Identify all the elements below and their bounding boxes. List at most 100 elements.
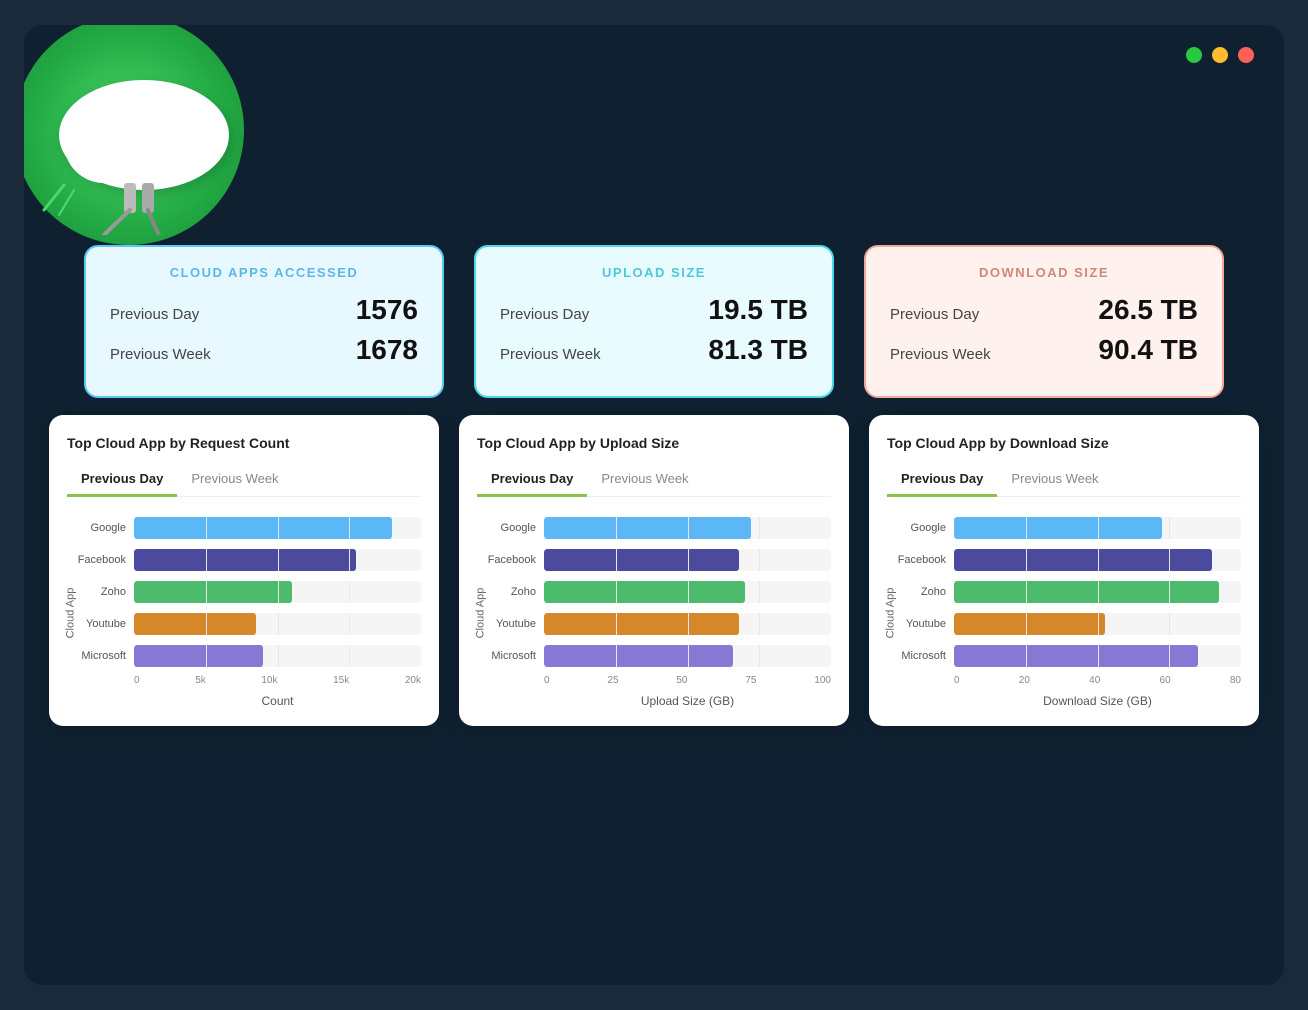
x-tick: 0	[544, 675, 550, 686]
bar-track	[954, 581, 1241, 603]
bar-track	[954, 645, 1241, 667]
bar-row: Microsoft	[954, 645, 1241, 667]
bar-track	[954, 613, 1241, 635]
bar-fill	[954, 549, 1212, 571]
bar-fill	[134, 517, 392, 539]
x-axis-upload-size-chart: 0255075100	[489, 675, 831, 686]
x-tick: 5k	[195, 675, 206, 686]
bar-track	[544, 645, 831, 667]
bar-chart-request-count: GoogleFacebookZohoYoutubeMicrosoft	[79, 517, 421, 667]
bar-track	[544, 613, 831, 635]
chart-card-request-count: Top Cloud App by Request Count Previous D…	[49, 415, 439, 726]
download-day-row: Previous Day 26.5 TB	[890, 294, 1198, 326]
x-tick: 0	[134, 675, 140, 686]
tab-upload-size-chart-1[interactable]: Previous Week	[587, 465, 702, 497]
x-tick: 0	[954, 675, 960, 686]
chart-area-download-size-chart: Cloud AppGoogleFacebookZohoYoutubeMicros…	[887, 517, 1241, 708]
bar-track	[544, 549, 831, 571]
bar-track	[134, 581, 421, 603]
cloud-apps-week-label: Previous Week	[110, 346, 211, 363]
bar-label: Microsoft	[881, 650, 946, 662]
yellow-dot[interactable]	[1212, 47, 1228, 63]
upload-size-card: UPLOAD SIZE Previous Day 19.5 TB Previou…	[474, 245, 834, 398]
x-tick: 60	[1160, 675, 1171, 686]
bar-fill	[544, 613, 739, 635]
bar-row: Zoho	[134, 581, 421, 603]
bar-fill	[544, 517, 751, 539]
bar-chart-download-size-chart: GoogleFacebookZohoYoutubeMicrosoft	[899, 517, 1241, 667]
bar-label: Youtube	[61, 618, 126, 630]
x-tick: 50	[676, 675, 687, 686]
main-window: CLOUD APPS ACCESSED Previous Day 1576 Pr…	[24, 25, 1284, 985]
bar-row: Google	[954, 517, 1241, 539]
chart-title-request-count: Top Cloud App by Request Count	[67, 435, 421, 451]
bar-track	[544, 517, 831, 539]
bar-row: Zoho	[544, 581, 831, 603]
bar-track	[954, 549, 1241, 571]
tab-download-size-chart-1[interactable]: Previous Week	[997, 465, 1112, 497]
bar-row: Google	[134, 517, 421, 539]
cloud-apps-day-label: Previous Day	[110, 306, 199, 323]
bar-fill	[544, 581, 745, 603]
x-tick: 80	[1230, 675, 1241, 686]
bar-fill	[544, 645, 733, 667]
tab-download-size-chart-0[interactable]: Previous Day	[887, 465, 997, 497]
bar-label: Zoho	[471, 586, 536, 598]
cloud-apps-card: CLOUD APPS ACCESSED Previous Day 1576 Pr…	[84, 245, 444, 398]
x-axis-download-size-chart: 020406080	[899, 675, 1241, 686]
bar-fill	[134, 645, 263, 667]
chart-title-upload-size-chart: Top Cloud App by Upload Size	[477, 435, 831, 451]
x-tick: 20k	[405, 675, 421, 686]
x-axis-label-download-size-chart: Download Size (GB)	[899, 694, 1241, 708]
chart-area-request-count: Cloud AppGoogleFacebookZohoYoutubeMicros…	[67, 517, 421, 708]
x-tick: 25	[607, 675, 618, 686]
tabs-download-size-chart: Previous DayPrevious Week	[887, 465, 1241, 497]
stats-row: CLOUD APPS ACCESSED Previous Day 1576 Pr…	[84, 245, 1224, 398]
x-tick: 100	[814, 675, 831, 686]
bar-label: Youtube	[471, 618, 536, 630]
cloud-illustration	[24, 25, 294, 265]
green-dot[interactable]	[1186, 47, 1202, 63]
bar-track	[134, 613, 421, 635]
x-tick: 10k	[261, 675, 277, 686]
x-axis-label-upload-size-chart: Upload Size (GB)	[489, 694, 831, 708]
upload-day-row: Previous Day 19.5 TB	[500, 294, 808, 326]
bar-label: Facebook	[61, 554, 126, 566]
upload-day-label: Previous Day	[500, 306, 589, 323]
bar-fill	[954, 645, 1198, 667]
bar-chart-upload-size-chart: GoogleFacebookZohoYoutubeMicrosoft	[489, 517, 831, 667]
upload-week-row: Previous Week 81.3 TB	[500, 334, 808, 366]
upload-week-label: Previous Week	[500, 346, 601, 363]
red-dot[interactable]	[1238, 47, 1254, 63]
x-axis-request-count: 05k10k15k20k	[79, 675, 421, 686]
chart-area-upload-size-chart: Cloud AppGoogleFacebookZohoYoutubeMicros…	[477, 517, 831, 708]
bar-fill	[134, 613, 256, 635]
bar-row: Microsoft	[544, 645, 831, 667]
tab-upload-size-chart-0[interactable]: Previous Day	[477, 465, 587, 497]
bar-track	[134, 549, 421, 571]
charts-row: Top Cloud App by Request Count Previous D…	[49, 415, 1259, 726]
bar-label: Microsoft	[471, 650, 536, 662]
upload-week-value: 81.3 TB	[708, 334, 808, 366]
cloud-apps-title: CLOUD APPS ACCESSED	[110, 265, 418, 280]
tab-request-count-0[interactable]: Previous Day	[67, 465, 177, 497]
bar-label: Facebook	[881, 554, 946, 566]
upload-day-value: 19.5 TB	[708, 294, 808, 326]
chart-title-download-size-chart: Top Cloud App by Download Size	[887, 435, 1241, 451]
download-size-card: DOWNLOAD SIZE Previous Day 26.5 TB Previ…	[864, 245, 1224, 398]
tab-request-count-1[interactable]: Previous Week	[177, 465, 292, 497]
bar-label: Google	[471, 522, 536, 534]
download-week-value: 90.4 TB	[1098, 334, 1198, 366]
bar-track	[954, 517, 1241, 539]
download-day-label: Previous Day	[890, 306, 979, 323]
bar-label: Zoho	[881, 586, 946, 598]
x-tick: 20	[1019, 675, 1030, 686]
download-week-label: Previous Week	[890, 346, 991, 363]
download-day-value: 26.5 TB	[1098, 294, 1198, 326]
bar-label: Zoho	[61, 586, 126, 598]
tabs-request-count: Previous DayPrevious Week	[67, 465, 421, 497]
bar-row: Youtube	[544, 613, 831, 635]
bar-label: Microsoft	[61, 650, 126, 662]
bar-track	[134, 645, 421, 667]
cloud-apps-day-row: Previous Day 1576	[110, 294, 418, 326]
